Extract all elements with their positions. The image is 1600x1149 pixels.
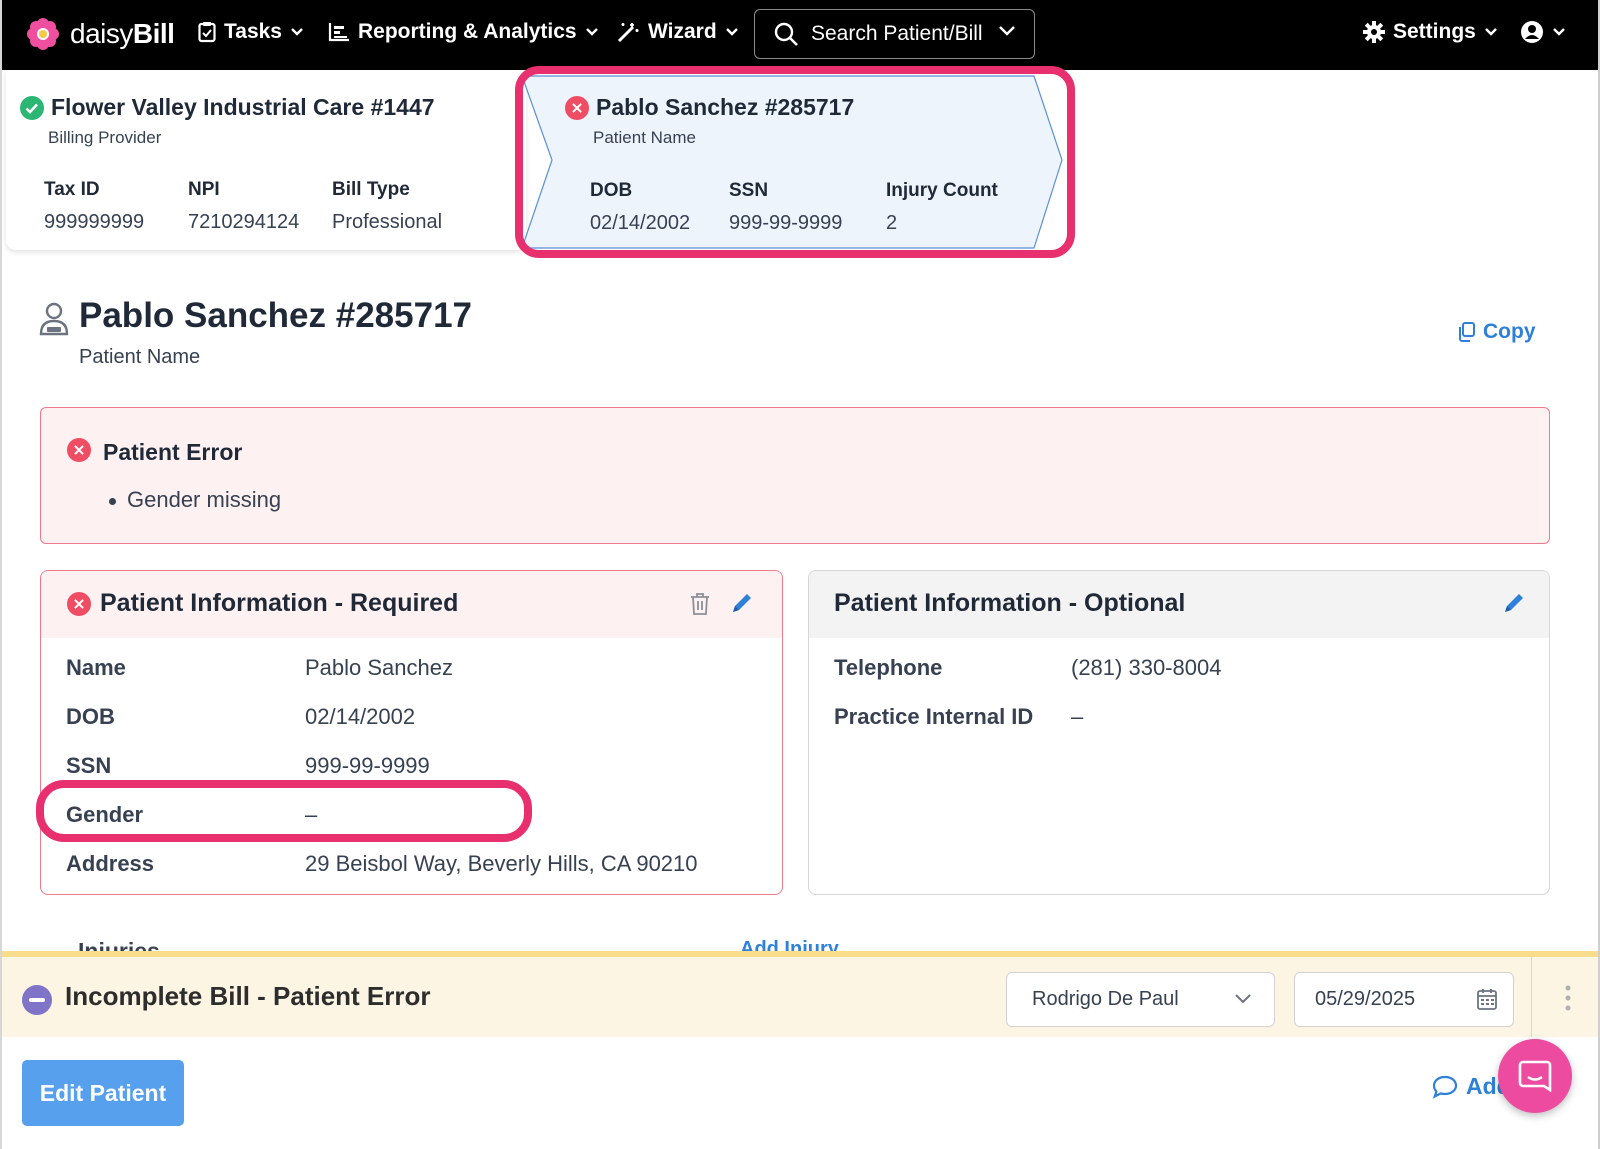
chevron-down-icon: [585, 28, 598, 36]
copy-button[interactable]: Copy: [1457, 320, 1536, 344]
bottom-action-bar: Edit Patient Add Note: [2, 1037, 1598, 1149]
billing-provider-card[interactable]: Flower Valley Industrial Care #1447 Bill…: [6, 70, 526, 250]
bill-type-label: Bill Type: [332, 179, 410, 200]
page-title: Pablo Sanchez #285717: [79, 296, 472, 335]
ssn-value: 999-99-9999: [305, 753, 430, 778]
name-value: Pablo Sanchez: [305, 655, 453, 680]
required-panel-title: Patient Information - Required: [100, 589, 459, 617]
bill-type-value: Professional: [332, 211, 443, 233]
nav-tasks[interactable]: Tasks: [198, 20, 304, 44]
search-placeholder: Search Patient/Bill: [811, 22, 983, 45]
nav-settings[interactable]: Settings: [1363, 20, 1498, 44]
name-label: Name: [66, 655, 126, 680]
bill-date-value: 05/29/2025: [1315, 988, 1416, 1010]
optional-panel-title: Patient Information - Optional: [834, 589, 1186, 617]
provider-subtitle: Billing Provider: [48, 128, 162, 147]
tax-id-value: 999999999: [44, 211, 145, 233]
top-nav: daisyBill Tasks Reporting & Analytics Wi…: [2, 0, 1598, 70]
comment-icon: [1432, 1075, 1458, 1099]
nav-account[interactable]: [1520, 20, 1566, 44]
chat-support-button[interactable]: [1498, 1039, 1572, 1113]
patient-error-alert: Patient Error Gender missing: [40, 407, 1550, 544]
edit-patient-button[interactable]: Edit Patient: [22, 1060, 184, 1126]
bill-status-bar: Incomplete Bill - Patient Error Rodrigo …: [2, 951, 1598, 1037]
trash-icon[interactable]: [690, 592, 710, 616]
bill-status-text: Incomplete Bill - Patient Error: [65, 981, 431, 1011]
copy-label: Copy: [1483, 320, 1536, 343]
app-window: daisyBill Tasks Reporting & Analytics Wi…: [0, 0, 1600, 1149]
tax-id-label: Tax ID: [44, 179, 100, 200]
panel-header: Patient Information - Required: [41, 571, 782, 638]
more-options-button[interactable]: [1531, 957, 1591, 1037]
practice-internal-id-value: –: [1071, 704, 1084, 729]
logo-suffix: Bill: [132, 18, 175, 49]
provider-title: Flower Valley Industrial Care #1447: [51, 94, 435, 120]
dob-value: 02/14/2002: [305, 704, 416, 729]
bar-chart-icon: [328, 23, 349, 42]
error-title: Patient Error: [103, 439, 243, 465]
check-circle-icon: [20, 96, 44, 120]
magic-wand-icon: [617, 23, 639, 43]
user-circle-icon: [1521, 21, 1543, 43]
dob-label: DOB: [66, 704, 115, 729]
nav-tasks-label: Tasks: [224, 20, 282, 43]
address-value: 29 Beisbol Way, Beverly Hills, CA 90210: [305, 851, 698, 876]
assignee-value: Rodrigo De Paul: [1032, 988, 1179, 1010]
bullet-icon: [109, 498, 116, 505]
clipboard-icon: [198, 22, 216, 43]
logo-text: daisyBill: [70, 18, 175, 50]
error-item: Gender missing: [127, 487, 282, 512]
logo[interactable]: daisyBill: [26, 17, 175, 51]
gender-row-highlight: [36, 780, 532, 842]
pencil-icon[interactable]: [1502, 591, 1526, 615]
patient-person-icon: [39, 302, 69, 336]
ssn-label: SSN: [66, 753, 112, 778]
calendar-icon[interactable]: [1477, 988, 1497, 1010]
chevron-down-icon: [999, 26, 1015, 36]
search-icon: [774, 22, 798, 46]
error-circle-icon: [67, 438, 91, 462]
error-circle-icon: [67, 592, 91, 616]
chevron-down-icon: [291, 28, 303, 36]
telephone-label: Telephone: [834, 655, 943, 680]
nav-reporting[interactable]: Reporting & Analytics: [328, 20, 599, 44]
chat-icon: [1518, 1060, 1552, 1093]
logo-prefix: daisy: [70, 18, 133, 49]
practice-internal-id-label: Practice Internal ID: [834, 704, 1034, 729]
npi-value: 7210294124: [188, 211, 300, 233]
kebab-menu-icon: [1565, 985, 1571, 1011]
nav-reporting-label: Reporting & Analytics: [358, 20, 577, 43]
patient-info-required-panel: Patient Information - Required Name Pabl…: [40, 570, 783, 895]
assignee-select[interactable]: Rodrigo De Paul: [1006, 972, 1275, 1027]
search-patient-bill[interactable]: Search Patient/Bill: [754, 9, 1035, 59]
patient-card-highlight: [515, 66, 1075, 258]
page-subtitle: Patient Name: [79, 346, 201, 368]
bill-date-input[interactable]: 05/29/2025: [1294, 972, 1514, 1027]
nav-wizard[interactable]: Wizard: [616, 20, 739, 44]
nav-settings-label: Settings: [1393, 20, 1476, 43]
chevron-down-icon: [725, 28, 738, 36]
patient-info-optional-panel: Patient Information - Optional Telephone…: [808, 570, 1550, 895]
pencil-icon[interactable]: [730, 591, 754, 615]
minus-circle-icon: [22, 985, 52, 1015]
chevron-down-icon: [1553, 28, 1565, 36]
nav-wizard-label: Wizard: [648, 20, 717, 43]
chevron-down-icon: [1235, 994, 1251, 1004]
address-label: Address: [66, 851, 155, 876]
panel-header: Patient Information - Optional: [809, 571, 1549, 638]
telephone-value: (281) 330-8004: [1071, 655, 1222, 680]
gear-icon: [1363, 21, 1385, 43]
chevron-down-icon: [1484, 28, 1497, 36]
daisy-logo-icon: [27, 18, 59, 50]
copy-icon: [1459, 322, 1475, 342]
npi-label: NPI: [188, 179, 220, 200]
